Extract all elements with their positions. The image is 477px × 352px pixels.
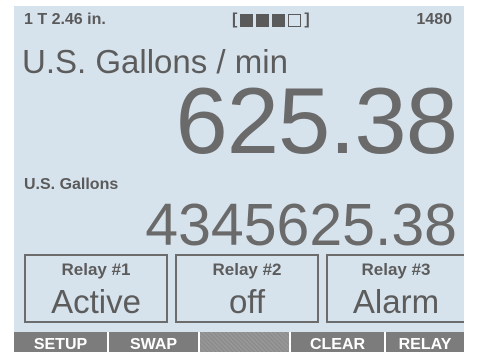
signal-block [272, 13, 286, 27]
relay-1-panel: Relay #1 Active [24, 254, 168, 323]
bracket-close: ] [304, 11, 310, 28]
status-bar: 1 T 2.46 in. [ ] 1480 [14, 6, 464, 32]
bracket-open: [ [232, 11, 238, 28]
transducer-info: 1 T 2.46 in. [24, 11, 106, 28]
relay-3-panel: Relay #3 Alarm [326, 254, 464, 323]
flowmeter-display: 1 T 2.46 in. [ ] 1480 U.S. Gallons / min… [14, 6, 464, 352]
softkey-bar: SETUP SWAP CLEAR RELAY [14, 332, 464, 352]
signal-block [288, 13, 302, 27]
clear-softkey[interactable]: CLEAR [291, 332, 384, 352]
sound-speed-readout: 1480 [416, 11, 452, 28]
signal-block [256, 13, 270, 27]
totalizer-value: 4345625.38 [145, 192, 457, 258]
relay-3-state: Alarm [352, 283, 440, 320]
relay-1-state: Active [51, 283, 141, 320]
relay-2-state: off [228, 283, 266, 320]
totalizer-unit: U.S. Gallons [24, 176, 119, 193]
flow-rate-value: 625.38 [175, 68, 458, 173]
relay-1-label: Relay #1 [61, 260, 131, 279]
relay-2-panel: Relay #2 off [175, 254, 319, 323]
signal-block [240, 13, 254, 27]
relay-2-label: Relay #2 [212, 260, 282, 279]
signal-blocks [240, 13, 302, 27]
signal-strength-indicator: [ ] [232, 11, 310, 29]
swap-softkey[interactable]: SWAP [109, 332, 198, 352]
relay-softkey[interactable]: RELAY [386, 332, 464, 352]
setup-softkey[interactable]: SETUP [14, 332, 107, 352]
relay-3-label: Relay #3 [361, 260, 431, 279]
blank-softkey[interactable] [200, 332, 289, 352]
